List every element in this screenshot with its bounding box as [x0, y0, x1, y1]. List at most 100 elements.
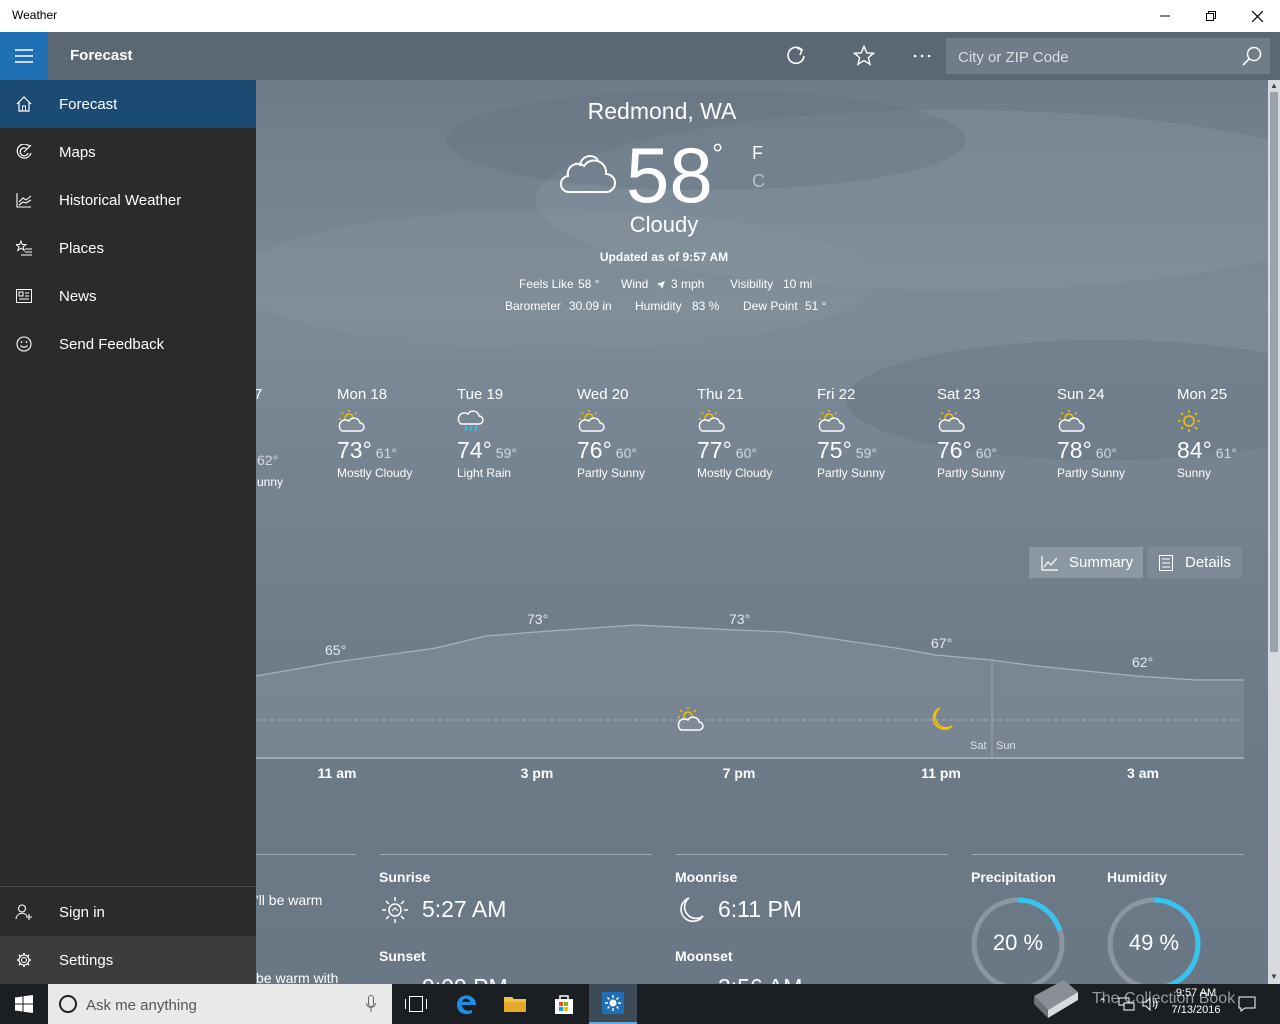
network-icon[interactable] — [1118, 997, 1136, 1011]
taskbar: The Collection Book ⌃ 9:57 AM 7/13/2016 — [0, 980, 1280, 1024]
day-name: Fri 22 — [817, 386, 856, 403]
hourly-temp-label: 65° — [325, 642, 347, 658]
nav-item-settings[interactable]: Settings — [0, 936, 256, 984]
day-high: 76° — [577, 437, 612, 463]
home-icon — [16, 96, 32, 112]
action-center-icon[interactable] — [1238, 996, 1256, 1012]
visibility-value: 10 mi — [783, 277, 813, 291]
day-forecast[interactable]: Tue 19 74° 59° Light Rain — [457, 386, 567, 480]
day-low: 60° — [615, 445, 637, 461]
page-title: Forecast — [70, 47, 133, 64]
more-button[interactable] — [898, 32, 946, 80]
nav-item-label: Maps — [59, 143, 96, 161]
nav-item-send-feedback[interactable]: Send Feedback — [0, 320, 256, 368]
nav-item-maps[interactable]: Maps — [0, 128, 256, 176]
hourly-chart — [256, 624, 1244, 759]
nav-item-label: Send Feedback — [59, 335, 165, 353]
task-view-button[interactable] — [392, 984, 440, 1024]
forecast-content — [256, 80, 1268, 984]
hour-label: 3 am — [1127, 765, 1159, 781]
barometer-value: 30.09 in — [569, 299, 612, 313]
file-explorer-button[interactable] — [491, 984, 539, 1024]
day-forecast[interactable]: Mon 18 73° 61° Mostly Cloudy — [337, 386, 447, 480]
scroll-up-icon[interactable]: ▲ — [1270, 81, 1278, 90]
day-name: Tue 19 — [457, 386, 504, 403]
summary-text: 'll be warm — [256, 892, 323, 908]
degree-symbol: ° — [712, 138, 724, 169]
rain-icon — [457, 410, 484, 432]
person-add-icon — [15, 904, 32, 920]
weather-app-button[interactable] — [589, 984, 637, 1024]
start-button[interactable] — [0, 984, 48, 1024]
scroll-down-icon[interactable]: ▼ — [1270, 972, 1278, 981]
search-box — [946, 38, 1270, 76]
search-icon — [1242, 46, 1262, 66]
clock-time[interactable]: 9:57 AM — [1168, 987, 1224, 999]
close-button[interactable] — [1234, 0, 1280, 32]
favorite-button[interactable] — [840, 32, 888, 80]
day-low: 60° — [975, 445, 997, 461]
unit-fahrenheit[interactable]: F — [752, 143, 763, 164]
cortana-input[interactable] — [84, 984, 358, 1024]
book-logo-icon — [1034, 980, 1078, 1018]
microphone-icon[interactable] — [366, 995, 376, 1013]
current-condition: Cloudy — [629, 212, 699, 237]
day-forecast[interactable]: Wed 20 76° 60° Partly Sunny — [577, 386, 687, 480]
minimize-button[interactable] — [1142, 0, 1188, 32]
tray-chevron-icon[interactable]: ⌃ — [1098, 996, 1107, 1009]
hour-label: 11 am — [317, 765, 357, 781]
volume-icon[interactable] — [1142, 997, 1160, 1011]
feels-like-label: Feels Like — [519, 277, 574, 291]
refresh-button[interactable] — [772, 32, 820, 80]
day-forecast[interactable]: Thu 21 77° 60° Mostly Cloudy — [697, 386, 807, 480]
wind-direction-icon — [657, 281, 665, 289]
hour-label: 11 pm — [921, 765, 961, 781]
day-name: Mon 25 — [1177, 386, 1228, 403]
nav-item-news[interactable]: News — [0, 272, 256, 320]
search-button[interactable] — [1242, 46, 1262, 71]
partly-sunny-icon — [1058, 410, 1085, 432]
unit-celsius[interactable]: C — [752, 171, 765, 192]
sky-background — [256, 90, 1268, 460]
day-forecast[interactable]: Sun 24 78° 60° Partly Sunny — [1057, 386, 1167, 480]
day-partial-low: 62° — [257, 452, 279, 468]
precipitation-label: Precipitation — [971, 869, 1056, 885]
day-forecast[interactable]: Fri 22 75° 59° Partly Sunny — [817, 386, 927, 480]
nav-item-sign-in[interactable]: Sign in — [0, 888, 256, 936]
edge-button[interactable] — [442, 984, 490, 1024]
day-name: Wed 20 — [577, 386, 629, 403]
day-low: 61° — [375, 445, 397, 461]
details-button[interactable]: Details — [1147, 547, 1242, 578]
day-condition: Partly Sunny — [1057, 466, 1126, 480]
window-title: Weather — [12, 8, 58, 22]
hamburger-button[interactable] — [0, 32, 48, 80]
summary-button[interactable]: Summary — [1029, 547, 1143, 578]
clock-date[interactable]: 7/13/2016 — [1166, 1004, 1226, 1016]
day-condition: Partly Sunny — [817, 466, 886, 480]
sunny-icon — [1178, 410, 1200, 432]
current-temperature: 58 — [626, 131, 713, 219]
dew-point-value: 51 ° — [805, 299, 827, 313]
day-name: Sat 23 — [937, 386, 981, 403]
day-forecast[interactable]: Sat 23 76° 60° Partly Sunny — [937, 386, 1047, 480]
partly-sunny-icon — [818, 410, 845, 432]
nav-item-places[interactable]: Places — [0, 224, 256, 272]
store-button[interactable] — [540, 984, 588, 1024]
day-forecast[interactable]: Mon 25 84° 61° Sunny — [1177, 386, 1280, 480]
folder-icon — [504, 997, 526, 1012]
humidity-label: Humidity — [635, 299, 682, 313]
task-view-icon — [405, 996, 427, 1012]
search-input[interactable] — [946, 38, 1240, 76]
section-divider — [379, 854, 652, 855]
nav-item-historical-weather[interactable]: Historical Weather — [0, 176, 256, 224]
moon-icon — [932, 707, 953, 730]
day-low: 61° — [1215, 445, 1237, 461]
sunrise-icon — [382, 897, 408, 923]
line-chart-icon — [1041, 555, 1058, 571]
day-low: 60° — [1095, 445, 1117, 461]
hourly-temp-label: 73° — [527, 611, 549, 627]
list-icon — [1159, 554, 1173, 571]
scrollbar-thumb[interactable] — [1270, 92, 1278, 652]
nav-item-forecast[interactable]: Forecast — [0, 80, 256, 128]
restore-button[interactable] — [1188, 0, 1234, 32]
